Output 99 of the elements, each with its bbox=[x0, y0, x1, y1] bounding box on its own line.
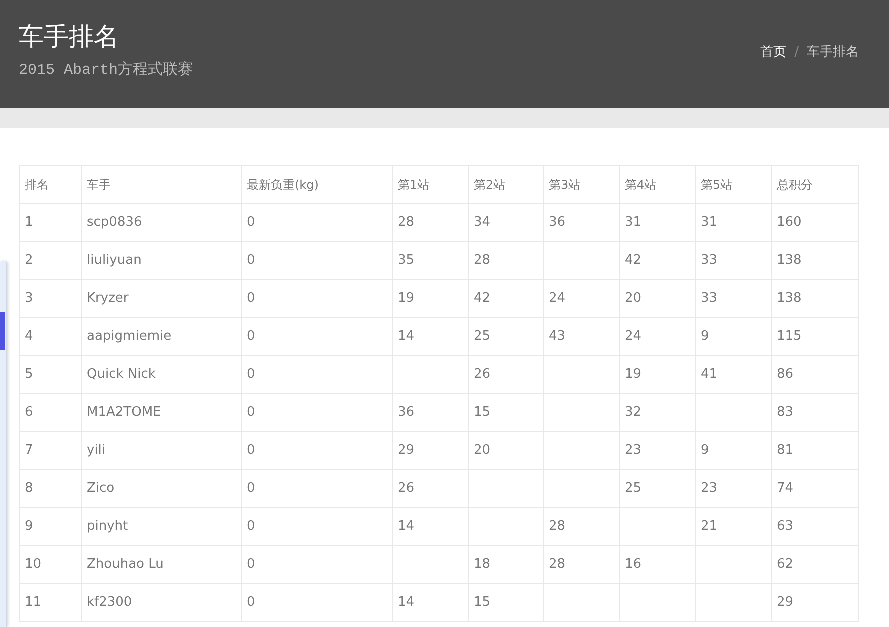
table-cell: 20 bbox=[620, 280, 696, 318]
table-cell: 9 bbox=[696, 318, 772, 356]
table-cell: yili bbox=[82, 432, 242, 470]
table-cell: 23 bbox=[620, 432, 696, 470]
table-cell: 19 bbox=[620, 356, 696, 394]
table-cell: 63 bbox=[772, 508, 858, 546]
table-cell: 9 bbox=[696, 432, 772, 470]
table-cell: 1 bbox=[20, 204, 82, 242]
table-cell: 25 bbox=[620, 470, 696, 508]
table-cell: 25 bbox=[468, 318, 544, 356]
table-cell: 0 bbox=[242, 318, 392, 356]
table-cell: 2 bbox=[20, 242, 82, 280]
column-header: 排名 bbox=[20, 166, 82, 204]
table-cell: pinyht bbox=[82, 508, 242, 546]
table-cell: 0 bbox=[242, 280, 392, 318]
table-cell: 42 bbox=[468, 280, 544, 318]
table-cell: 14 bbox=[392, 318, 468, 356]
table-cell: 28 bbox=[544, 546, 620, 584]
table-cell: 26 bbox=[468, 356, 544, 394]
table-cell: 42 bbox=[620, 242, 696, 280]
table-cell: 0 bbox=[242, 546, 392, 584]
table-cell: 115 bbox=[772, 318, 858, 356]
table-cell: Quick Nick bbox=[82, 356, 242, 394]
table-cell: 24 bbox=[620, 318, 696, 356]
table-cell: Zhouhao Lu bbox=[82, 546, 242, 584]
table-cell: 35 bbox=[392, 242, 468, 280]
table-cell: 36 bbox=[392, 394, 468, 432]
table-cell: 43 bbox=[544, 318, 620, 356]
table-cell: 28 bbox=[468, 242, 544, 280]
column-header: 总积分 bbox=[772, 166, 858, 204]
table-cell: 138 bbox=[772, 242, 858, 280]
table-cell: 29 bbox=[772, 584, 858, 622]
panel-highlight bbox=[0, 312, 5, 350]
table-cell: 0 bbox=[242, 508, 392, 546]
table-cell: 28 bbox=[392, 204, 468, 242]
table-cell: 160 bbox=[772, 204, 858, 242]
table-cell: Zico bbox=[82, 470, 242, 508]
table-cell: 10 bbox=[20, 546, 82, 584]
table-cell: M1A2TOME bbox=[82, 394, 242, 432]
table-cell: 41 bbox=[696, 356, 772, 394]
table-cell: 6 bbox=[20, 394, 82, 432]
table-cell: 15 bbox=[468, 394, 544, 432]
table-cell: 7 bbox=[20, 432, 82, 470]
table-cell: 83 bbox=[772, 394, 858, 432]
table-cell: 74 bbox=[772, 470, 858, 508]
table-cell: 5 bbox=[20, 356, 82, 394]
table-cell: 0 bbox=[242, 242, 392, 280]
table-cell: 11 bbox=[20, 584, 82, 622]
table-cell: kf2300 bbox=[82, 584, 242, 622]
table-cell: 36 bbox=[544, 204, 620, 242]
table-cell: 0 bbox=[242, 204, 392, 242]
table-cell: 19 bbox=[392, 280, 468, 318]
table-cell: 0 bbox=[242, 356, 392, 394]
table-cell: aapigmiemie bbox=[82, 318, 242, 356]
table-cell: 3 bbox=[20, 280, 82, 318]
column-header: 第3站 bbox=[544, 166, 620, 204]
column-header: 第2站 bbox=[468, 166, 544, 204]
table-cell: 8 bbox=[20, 470, 82, 508]
table-cell: 23 bbox=[696, 470, 772, 508]
table-cell: Kryzer bbox=[82, 280, 242, 318]
table-cell: 18 bbox=[468, 546, 544, 584]
table-cell: liuliyuan bbox=[82, 242, 242, 280]
table-cell: 9 bbox=[20, 508, 82, 546]
table-cell: 81 bbox=[772, 432, 858, 470]
table-cell: 14 bbox=[392, 508, 468, 546]
table-cell: scp0836 bbox=[82, 204, 242, 242]
table-cell: 138 bbox=[772, 280, 858, 318]
table-cell: 31 bbox=[620, 204, 696, 242]
table-cell: 62 bbox=[772, 546, 858, 584]
table-cell: 33 bbox=[696, 280, 772, 318]
table-cell: 21 bbox=[696, 508, 772, 546]
table-cell: 26 bbox=[392, 470, 468, 508]
table-cell: 31 bbox=[696, 204, 772, 242]
breadcrumb-separator: / bbox=[794, 44, 799, 62]
column-header: 第1站 bbox=[392, 166, 468, 204]
table-cell: 20 bbox=[468, 432, 544, 470]
table-cell: 15 bbox=[468, 584, 544, 622]
table-cell: 0 bbox=[242, 394, 392, 432]
table-cell: 24 bbox=[544, 280, 620, 318]
breadcrumb-link[interactable]: 首页 bbox=[760, 43, 787, 108]
table-cell: 4 bbox=[20, 318, 82, 356]
column-header: 第5站 bbox=[696, 166, 772, 204]
table-cell: 0 bbox=[242, 470, 392, 508]
page-subtitle: 2015 Abarth方程式联赛 bbox=[19, 60, 194, 81]
table-cell: 14 bbox=[392, 584, 468, 622]
table-cell: 0 bbox=[242, 432, 392, 470]
table-cell: 28 bbox=[544, 508, 620, 546]
column-header: 最新负重(kg) bbox=[242, 166, 392, 204]
page-title: 车手排名 bbox=[19, 22, 120, 52]
table-cell: 32 bbox=[620, 394, 696, 432]
table-cell: 29 bbox=[392, 432, 468, 470]
column-header: 车手 bbox=[82, 166, 242, 204]
table-cell: 16 bbox=[620, 546, 696, 584]
breadcrumb-current: 车手排名 bbox=[807, 44, 859, 62]
table-cell: 0 bbox=[242, 584, 392, 622]
table-cell: 34 bbox=[468, 204, 544, 242]
table-cell: 86 bbox=[772, 356, 858, 394]
column-header: 第4站 bbox=[620, 166, 696, 204]
table-cell: 33 bbox=[696, 242, 772, 280]
